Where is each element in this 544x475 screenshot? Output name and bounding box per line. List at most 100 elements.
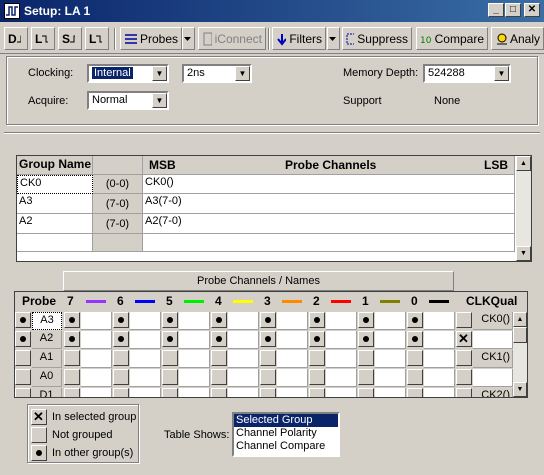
- channel-name-cell[interactable]: [130, 331, 161, 349]
- channel-name-cell[interactable]: [326, 350, 357, 368]
- channel-name-cell[interactable]: [130, 388, 161, 397]
- close-button[interactable]: ✕: [524, 3, 540, 17]
- clocking-select[interactable]: Internal ▼: [87, 64, 169, 83]
- channel-name-cell[interactable]: [424, 388, 455, 397]
- probe-row-select-button[interactable]: [15, 369, 31, 385]
- channel-bit-button[interactable]: [64, 369, 80, 385]
- channel-bit-button[interactable]: [260, 388, 276, 397]
- channel-name-cell[interactable]: [81, 312, 112, 330]
- channel-bit-button[interactable]: [309, 331, 325, 347]
- channel-bit-button[interactable]: [358, 388, 374, 397]
- channel-bit-button[interactable]: [407, 388, 423, 397]
- channel-name-cell[interactable]: [326, 331, 357, 349]
- trigger-s-button[interactable]: S: [58, 27, 82, 50]
- suppress-button[interactable]: Suppress: [342, 27, 412, 50]
- scroll-up-icon[interactable]: ▲: [513, 312, 527, 327]
- channel-bit-button[interactable]: [309, 312, 325, 328]
- channel-name-cell[interactable]: [375, 331, 406, 349]
- channel-bit-button[interactable]: [358, 312, 374, 328]
- channel-name-cell[interactable]: [228, 350, 259, 368]
- minimize-button[interactable]: _: [488, 3, 504, 17]
- chevron-down-icon[interactable]: ▼: [152, 66, 167, 81]
- analyze-button[interactable]: Analy: [491, 27, 544, 50]
- trigger-d-button[interactable]: D: [4, 27, 28, 50]
- channel-bit-button[interactable]: [260, 331, 276, 347]
- channel-name-cell[interactable]: [179, 312, 210, 330]
- group-name-cell[interactable]: [17, 234, 93, 252]
- channel-name-cell[interactable]: [228, 331, 259, 349]
- channel-bit-button[interactable]: [358, 350, 374, 366]
- maximize-button[interactable]: □: [505, 3, 521, 17]
- group-name-cell[interactable]: A3: [17, 194, 93, 214]
- channel-name-cell[interactable]: [81, 350, 112, 368]
- group-channels-cell[interactable]: CK0(): [143, 175, 515, 194]
- channel-name-cell[interactable]: [81, 369, 112, 387]
- channel-name-cell[interactable]: [228, 388, 259, 397]
- table-shows-list[interactable]: Selected Group Channel Polarity Channel …: [232, 412, 340, 457]
- channel-bit-button[interactable]: [162, 312, 178, 328]
- scroll-up-icon[interactable]: ▲: [516, 156, 531, 171]
- channel-bit-button[interactable]: [407, 350, 423, 366]
- channel-bit-button[interactable]: [113, 312, 129, 328]
- channel-bit-button[interactable]: [211, 369, 227, 385]
- channel-bit-button[interactable]: [358, 331, 374, 347]
- channel-name-cell[interactable]: [375, 369, 406, 387]
- channel-name-cell[interactable]: [424, 350, 455, 368]
- probe-row-select-button[interactable]: [15, 350, 31, 366]
- scroll-down-icon[interactable]: ▼: [516, 246, 531, 261]
- chevron-down-icon[interactable]: ▼: [235, 66, 250, 81]
- channel-bit-button[interactable]: [162, 369, 178, 385]
- compare-button[interactable]: 101Compare: [416, 27, 488, 50]
- channel-name-cell[interactable]: [326, 388, 357, 397]
- channel-name-cell[interactable]: [424, 369, 455, 387]
- channel-bit-button[interactable]: [407, 331, 423, 347]
- scroll-down-icon[interactable]: ▼: [513, 382, 527, 397]
- channel-bit-button[interactable]: [64, 350, 80, 366]
- trigger-ls-button[interactable]: L: [85, 27, 109, 50]
- channel-bit-button[interactable]: [309, 388, 325, 397]
- channel-bit-button[interactable]: [113, 331, 129, 347]
- clkqual-select-button[interactable]: [456, 350, 472, 366]
- channel-bit-button[interactable]: [211, 388, 227, 397]
- probe-name-cell[interactable]: A3: [32, 312, 62, 330]
- channel-name-cell[interactable]: [326, 369, 357, 387]
- channel-bit-button[interactable]: [309, 350, 325, 366]
- channel-name-cell[interactable]: [277, 369, 308, 387]
- chevron-down-icon[interactable]: ▼: [494, 66, 509, 81]
- channel-bit-button[interactable]: [407, 312, 423, 328]
- channel-name-cell[interactable]: [424, 331, 455, 349]
- channel-name-cell[interactable]: [228, 369, 259, 387]
- probe-name-cell[interactable]: D1: [32, 388, 62, 397]
- channel-name-cell[interactable]: [277, 312, 308, 330]
- channel-bit-button[interactable]: [113, 388, 129, 397]
- memory-depth-select[interactable]: 524288 ▼: [423, 64, 511, 83]
- probe-name-cell[interactable]: A1: [32, 350, 62, 368]
- probes-dropdown[interactable]: [182, 27, 195, 50]
- clkqual-select-button[interactable]: [456, 312, 472, 328]
- channel-bit-button[interactable]: [260, 312, 276, 328]
- probe-name-cell[interactable]: A2: [32, 331, 62, 349]
- scroll-thumb[interactable]: [513, 327, 527, 343]
- channel-name-cell[interactable]: [228, 312, 259, 330]
- channel-bit-button[interactable]: [211, 331, 227, 347]
- channel-bit-button[interactable]: [113, 350, 129, 366]
- channel-bit-button[interactable]: [64, 388, 80, 397]
- acquire-select[interactable]: Normal ▼: [87, 91, 169, 110]
- chevron-down-icon[interactable]: ▼: [152, 93, 167, 108]
- channel-bit-button[interactable]: [211, 350, 227, 366]
- channel-name-cell[interactable]: [130, 312, 161, 330]
- probe-name-cell[interactable]: A0: [32, 369, 62, 387]
- channel-bit-button[interactable]: [64, 312, 80, 328]
- probe-row-select-button[interactable]: [15, 331, 31, 347]
- clkqual-x-button[interactable]: [456, 331, 472, 347]
- channel-name-cell[interactable]: [375, 312, 406, 330]
- channel-bit-button[interactable]: [358, 369, 374, 385]
- channel-bit-button[interactable]: [211, 312, 227, 328]
- channel-name-cell[interactable]: [375, 388, 406, 397]
- probe-row-select-button[interactable]: [15, 388, 31, 397]
- clkqual-cell[interactable]: [473, 369, 513, 387]
- clkqual-cell[interactable]: CK1(): [473, 350, 513, 368]
- group-channels-cell[interactable]: A3(7-0): [143, 194, 515, 214]
- channel-name-cell[interactable]: [375, 350, 406, 368]
- clkqual-select-button[interactable]: [456, 388, 472, 397]
